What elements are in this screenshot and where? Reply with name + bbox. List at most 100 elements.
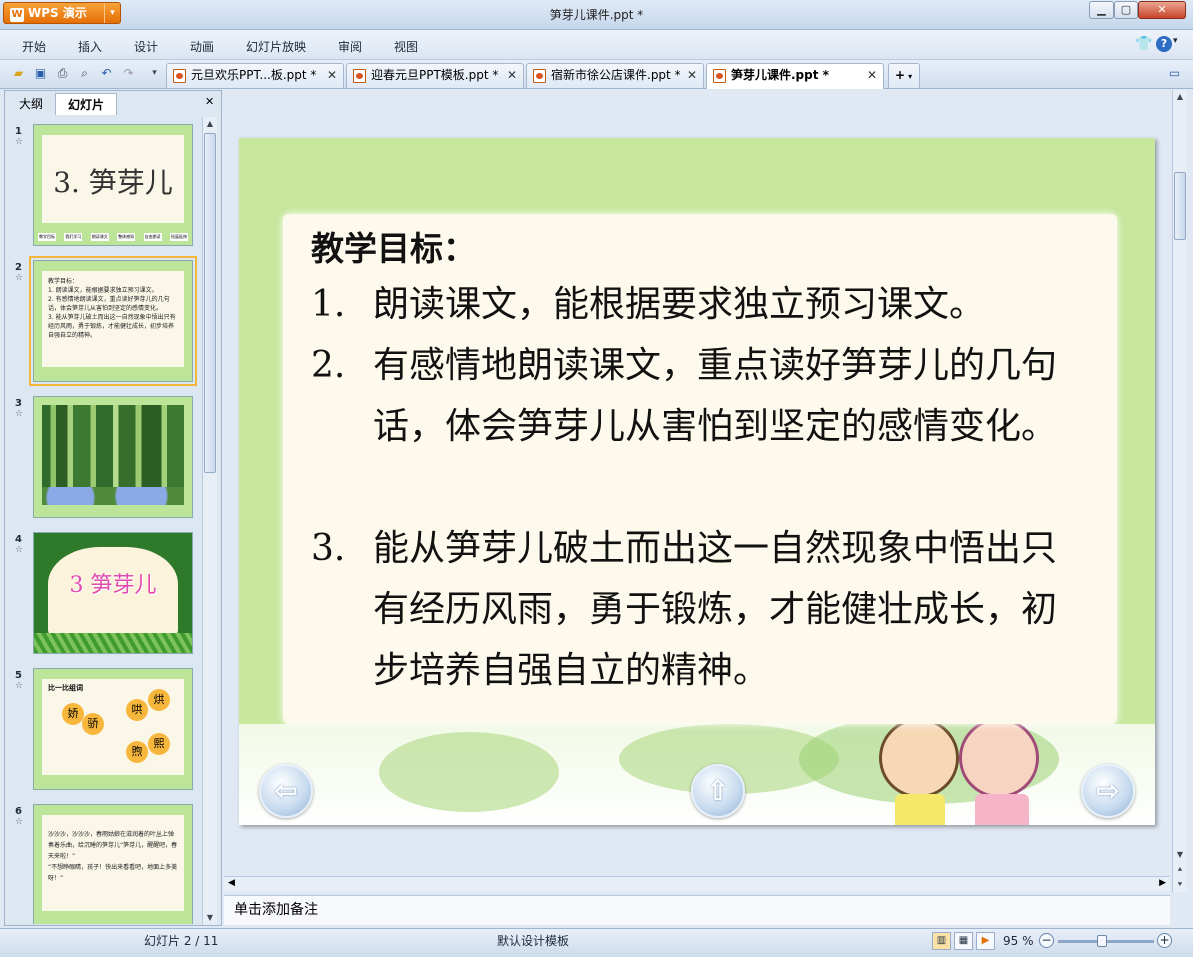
- scroll-thumb[interactable]: [1174, 172, 1186, 240]
- editor-vertical-scrollbar[interactable]: ▲ ▼ ⯅ ⯆: [1172, 90, 1187, 892]
- prev-arrow-icon[interactable]: ⇦: [259, 764, 313, 818]
- close-tab-icon[interactable]: ✕: [867, 64, 877, 87]
- save-icon[interactable]: ▣: [32, 65, 49, 82]
- customize-icon[interactable]: ▾: [146, 65, 163, 82]
- slide-thumbnail-1[interactable]: 3. 笋芽儿 教学目标 我们学习 朗读课文 整体感知 自由朗读 拓展延伸: [33, 124, 193, 246]
- slide-sorter-icon[interactable]: ▦: [954, 932, 973, 950]
- home-arrow-icon[interactable]: ⇧: [691, 764, 745, 818]
- layout-toggle-icon[interactable]: ▭: [1166, 65, 1183, 82]
- maximize-button[interactable]: ▢: [1114, 1, 1138, 19]
- thumb-nav-button: 我们学习: [64, 233, 83, 241]
- tab-outline[interactable]: 大纲: [9, 93, 53, 115]
- notes-pane[interactable]: 单击添加备注: [224, 895, 1170, 925]
- scroll-right-icon[interactable]: ▶: [1159, 878, 1166, 888]
- print-icon[interactable]: ⎙: [54, 65, 71, 82]
- animation-star-icon: ☆: [15, 273, 24, 283]
- chevron-down-icon: ▾: [908, 72, 913, 81]
- plus-icon: +: [895, 68, 906, 82]
- editor-horizontal-scrollbar[interactable]: ◀ ▶: [224, 876, 1170, 892]
- thumb-number: 4 ☆: [15, 534, 24, 555]
- menu-review[interactable]: 审阅: [338, 38, 362, 55]
- doc-tab-3[interactable]: 宿新市徐公店课件.ppt * ✕: [526, 63, 704, 88]
- scroll-down-icon[interactable]: ▼: [1173, 848, 1187, 862]
- zoom-slider[interactable]: [1058, 935, 1154, 947]
- normal-view-icon[interactable]: ▥: [932, 932, 951, 950]
- shirt-icon[interactable]: 👕: [1135, 36, 1152, 52]
- next-arrow-icon[interactable]: ⇨: [1081, 764, 1135, 818]
- open-folder-icon[interactable]: ▰: [10, 65, 27, 82]
- girl-dress: [975, 794, 1029, 825]
- slide-heading[interactable]: 教学目标：: [311, 222, 476, 270]
- close-tab-icon[interactable]: ✕: [327, 64, 337, 87]
- chevron-down-icon[interactable]: ▾: [1173, 36, 1178, 46]
- menu-home[interactable]: 开始: [22, 38, 46, 55]
- objectives-card: 教学目标： 1. 朗读课文，能根据要求独立预习课文。 2. 有感情地朗读课文，重…: [283, 214, 1117, 724]
- next-slide-icon[interactable]: ⯆: [1173, 878, 1187, 892]
- slide-thumbnail-5[interactable]: 比一比组词 娇 骄 哄 烘 煦 熙: [33, 668, 193, 790]
- boy-shirt: [895, 794, 945, 825]
- status-bar: 幻灯片 2 / 11 默认设计模板 ▥ ▦ ▶ 95 % − +: [0, 928, 1193, 957]
- ppt-file-icon: [173, 69, 186, 83]
- objective-1[interactable]: 1. 朗读课文，能根据要求独立预习课文。: [311, 274, 1071, 335]
- doc-tab-label: 宿新市徐公店课件.ppt *: [551, 68, 681, 82]
- slideshow-play-icon[interactable]: ▶: [976, 932, 995, 950]
- objective-2[interactable]: 2. 有感情地朗读课文，重点读好笋芽儿的几句话，体会笋芽儿从害怕到坚定的感情变化…: [311, 335, 1071, 457]
- slide-counter: 幻灯片 2 / 11: [144, 934, 219, 948]
- objective-text: 能从笋芽儿破土而出这一自然现象中悟出只有经历风雨，勇于锻炼，才能健壮成长，初步培…: [373, 528, 1058, 691]
- close-panel-icon[interactable]: ✕: [205, 95, 214, 108]
- thumbnail-scrollbar[interactable]: ▲ ▼: [202, 117, 217, 925]
- print-preview-icon[interactable]: ⌕: [76, 65, 93, 82]
- zoom-level: 95 %: [1003, 934, 1034, 948]
- close-button[interactable]: ✕: [1138, 1, 1186, 19]
- girl-figure: [959, 718, 1039, 798]
- slide-thumbnail-4[interactable]: 3 笋芽儿: [33, 532, 193, 654]
- doc-tab-2[interactable]: 迎春元旦PPT模板.ppt * ✕: [346, 63, 524, 88]
- zoom-in-button[interactable]: +: [1157, 933, 1172, 948]
- scroll-thumb[interactable]: [204, 133, 216, 473]
- objective-text: 朗读课文，能根据要求独立预习课文。: [373, 284, 986, 325]
- slide-thumbnail-3[interactable]: [33, 396, 193, 518]
- minimize-button[interactable]: ▁: [1089, 1, 1114, 19]
- doc-tab-label: 迎春元旦PPT模板.ppt *: [371, 68, 499, 82]
- help-icon[interactable]: ?: [1156, 36, 1172, 52]
- thumb-text: 沙沙沙，沙沙沙，春雨姑娘在滋润着的叶丛上弹奏着乐曲，给沉睡的笋芽儿“笋芽儿，醒醒…: [48, 831, 178, 882]
- tab-slides[interactable]: 幻灯片: [55, 93, 117, 115]
- char-circle: 骄: [82, 713, 104, 735]
- thumb-number: 3 ☆: [15, 398, 24, 419]
- doc-tab-label: 元旦欢乐PPT...板.ppt *: [191, 68, 317, 82]
- close-tab-icon[interactable]: ✕: [687, 64, 697, 87]
- animation-star-icon: ☆: [15, 409, 24, 419]
- objective-3[interactable]: 3. 能从笋芽儿破土而出这一自然现象中悟出只有经历风雨，勇于锻炼，才能健壮成长，…: [311, 518, 1071, 701]
- objective-number: 2.: [311, 345, 346, 386]
- scroll-left-icon[interactable]: ◀: [228, 878, 235, 888]
- animation-star-icon: ☆: [15, 137, 24, 147]
- flowers: [42, 487, 184, 505]
- zoom-out-button[interactable]: −: [1039, 933, 1054, 948]
- animation-star-icon: ☆: [15, 681, 24, 691]
- close-tab-icon[interactable]: ✕: [507, 64, 517, 87]
- prev-slide-icon[interactable]: ⯅: [1173, 863, 1187, 877]
- redo-icon[interactable]: ↷: [120, 65, 137, 82]
- thumb-number: 2 ☆: [15, 262, 24, 283]
- zoom-slider-thumb[interactable]: [1096, 935, 1107, 947]
- current-slide[interactable]: 教学目标： 1. 朗读课文，能根据要求独立预习课文。 2. 有感情地朗读课文，重…: [239, 138, 1155, 825]
- doc-tab-4[interactable]: 笋芽儿课件.ppt * ✕: [706, 63, 884, 89]
- slides-panel: 大纲 幻灯片 ✕ 1 ☆ 3. 笋芽儿 教学目标 我们学习 朗读课文 整体感知 自…: [4, 90, 222, 926]
- menu-animation[interactable]: 动画: [190, 38, 214, 55]
- slide-thumbnail-6[interactable]: 沙沙沙，沙沙沙，春雨姑娘在滋润着的叶丛上弹奏着乐曲，给沉睡的笋芽儿“笋芽儿，醒醒…: [33, 804, 193, 924]
- new-tab-button[interactable]: + ▾: [888, 63, 920, 88]
- scroll-up-icon[interactable]: ▲: [1173, 90, 1187, 104]
- scroll-up-icon[interactable]: ▲: [203, 117, 217, 131]
- doc-tab-1[interactable]: 元旦欢乐PPT...板.ppt * ✕: [166, 63, 344, 88]
- boy-figure: [879, 718, 959, 798]
- menu-slideshow[interactable]: 幻灯片放映: [246, 38, 306, 55]
- menu-insert[interactable]: 插入: [78, 38, 102, 55]
- ppt-file-icon: [713, 69, 726, 83]
- char-circle: 娇: [62, 703, 84, 725]
- scroll-down-icon[interactable]: ▼: [203, 911, 217, 925]
- menu-design[interactable]: 设计: [134, 38, 158, 55]
- slide-thumbnail-2[interactable]: 教学目标： 1. 朗读课文，能根据要求独立预习课文。 2. 有感情地朗读课文，重…: [29, 256, 197, 386]
- thumb-nav-button: 自由朗读: [143, 233, 162, 241]
- menu-view[interactable]: 视图: [394, 38, 418, 55]
- undo-icon[interactable]: ↶: [98, 65, 115, 82]
